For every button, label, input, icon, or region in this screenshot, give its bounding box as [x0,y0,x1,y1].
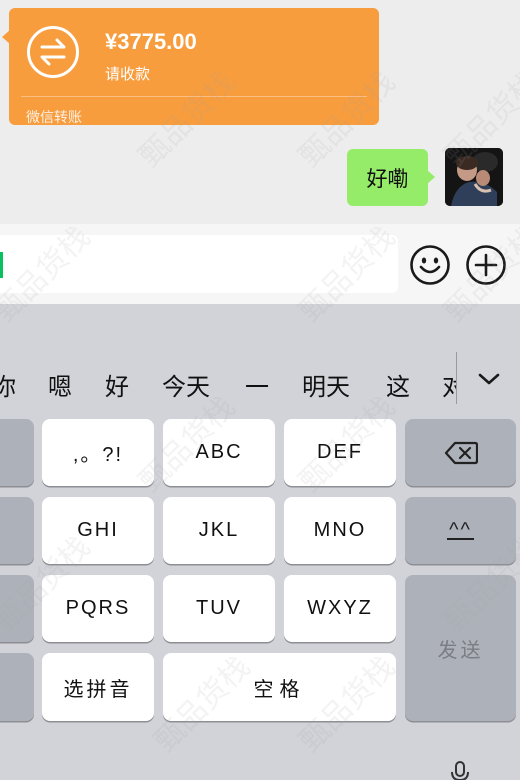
text-cursor [0,252,3,278]
left-side-key[interactable] [0,497,34,564]
transfer-status: 请收款 [105,65,151,83]
divider [21,96,367,97]
space-bar[interactable]: 空格 [163,653,396,721]
candidate-word[interactable]: 今天 [162,367,210,402]
transfer-card[interactable]: ¥3775.00 请收款 微信转账 [2,8,379,126]
key-mno[interactable]: MNO [284,497,396,564]
emoticon-button[interactable]: ^^ [405,497,516,564]
candidate-word[interactable]: 明天 [302,367,350,402]
avatar-photo [445,148,503,206]
emoji-icon[interactable] [409,244,451,286]
key-jkl[interactable]: JKL [163,497,275,564]
candidate-word[interactable]: 好 [105,367,129,402]
key-punctuation[interactable]: ,。?! [42,419,154,486]
backspace-icon [444,441,478,464]
message-text: 好嘞 [366,166,409,191]
candidate-word[interactable]: 你 [0,367,16,402]
transfer-arrows-icon [27,26,79,78]
plus-icon[interactable] [465,244,507,286]
left-side-key[interactable] [0,419,34,486]
key-abc[interactable]: ABC [163,419,275,486]
key-tuv[interactable]: TUV [163,575,275,642]
divider [456,352,457,404]
avatar[interactable] [445,148,503,206]
message-bubble[interactable]: 好嘞 [347,149,435,206]
message-input[interactable] [0,235,398,293]
key-wxyz[interactable]: WXYZ [284,575,396,642]
microphone-icon[interactable] [448,760,472,780]
candidate-word[interactable]: 嗯 [48,367,72,402]
key-def[interactable]: DEF [284,419,396,486]
key-pqrs[interactable]: PQRS [42,575,154,642]
emoticon-label: ^^ [447,518,474,541]
delete-button[interactable] [405,419,516,486]
chevron-down-icon[interactable] [476,370,502,388]
chat-area: ¥3775.00 请收款 微信转账 好嘞 [0,0,520,224]
candidate-bar: 你 嗯 好 今天 一 明天 这 对 [0,304,520,412]
left-side-key[interactable] [0,575,34,642]
candidate-word[interactable]: 一 [245,367,269,402]
candidate-word[interactable]: 这 [386,367,410,402]
transfer-source-label: 微信转账 [26,110,82,126]
left-side-key[interactable] [0,653,34,721]
send-button[interactable]: 发送 [405,575,516,721]
candidate-word[interactable]: 对 [442,367,456,402]
pinyin-keyboard: 你 嗯 好 今天 一 明天 这 对 ,。?! ABC DEF GHI JKL M… [0,304,520,780]
input-bar [0,224,520,304]
key-ghi[interactable]: GHI [42,497,154,564]
transfer-amount: ¥3775.00 [105,29,197,54]
select-pinyin-button[interactable]: 选拼音 [42,653,154,721]
